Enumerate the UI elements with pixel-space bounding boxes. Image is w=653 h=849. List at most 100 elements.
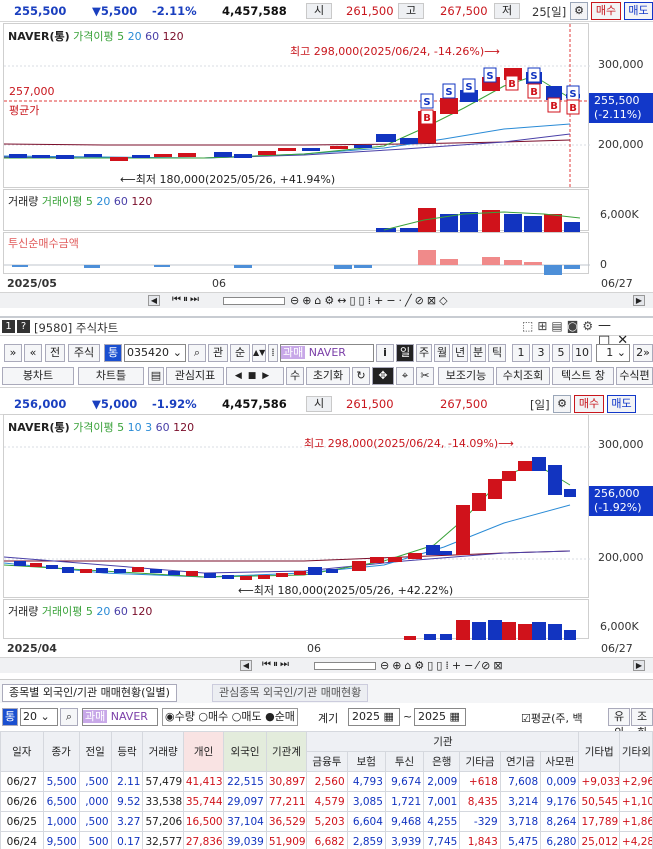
formula-button[interactable]: 수 [286, 367, 304, 385]
interval-5[interactable]: 5 [552, 344, 570, 362]
col-close[interactable]: 종가 [42, 731, 80, 772]
scissors-icon[interactable]: ✂ [416, 367, 434, 385]
col-date[interactable]: 일자 [0, 731, 44, 772]
stock-type-button[interactable]: 주식 [68, 344, 100, 362]
period-week[interactable]: 주 [416, 344, 432, 362]
col-institution[interactable]: 기관계 [265, 731, 308, 772]
col-other-corp[interactable]: 기타법 [578, 731, 620, 772]
col-pension[interactable]: 연기금 [499, 751, 542, 772]
unified-button[interactable]: 통 [104, 344, 122, 362]
search-icon-2[interactable]: ⌕ [60, 708, 78, 726]
date-from-input[interactable]: 2025 ▦ [348, 708, 400, 726]
tab-watchlist-investor[interactable]: 관심종목 외국인/기관 매매현황 [212, 684, 369, 702]
chart-scrollbar-bottom[interactable]: ◀ ⏮⏸⏭ ⊖⊕⌂⚙▯▯⁞+−⁄⊘⊠ ▶ [0, 657, 653, 673]
date-to-input[interactable]: 2025 ▦ [414, 708, 466, 726]
stock-name-field[interactable]: 과매 NAVER [280, 344, 374, 362]
col-trust[interactable]: 투신 [384, 751, 425, 772]
stock-code-input[interactable]: 035420 ⌄ [124, 344, 186, 362]
related-button[interactable]: 관 [208, 344, 228, 362]
playback-controls-icon[interactable]: ⏮⏸⏭ [172, 294, 201, 305]
crosshair-icon[interactable]: ✥ [372, 367, 394, 385]
pin-icon[interactable]: ⌖ [396, 367, 414, 385]
playback-controls-icon-2[interactable]: ⏮⏸⏭ [262, 659, 291, 670]
interval-3[interactable]: 3 [532, 344, 550, 362]
more-button[interactable]: 2» [633, 344, 653, 362]
chart-scrollbar-top[interactable]: ◀ ⏮⏸⏭ ⊖⊕⌂⚙↔▯▯⁞+−·╱⊘⊠◇ ▶ [0, 292, 653, 308]
col-prev[interactable]: 전일 [78, 731, 112, 772]
col-volume[interactable]: 거래량 [142, 731, 184, 772]
save-icon[interactable]: ▤ [148, 367, 164, 385]
rank-button[interactable]: 순 [230, 344, 250, 362]
period-tick[interactable]: 틱 [488, 344, 506, 362]
sell-button-2[interactable]: 매도 [607, 395, 636, 413]
col-rate[interactable]: 등락 [110, 731, 144, 772]
settings-icon-2[interactable]: ⚙ [553, 395, 571, 413]
col-individual[interactable]: 개인 [182, 731, 225, 772]
interval-1[interactable]: 1 [512, 344, 530, 362]
info-button[interactable]: i [376, 344, 394, 362]
col-foreign[interactable]: 외국인 [223, 731, 267, 772]
radio-quantity[interactable]: ◉수량 [165, 710, 195, 723]
favorite-indicator-button[interactable]: 관심지표 [166, 367, 224, 385]
chart-tools-icon[interactable]: ⊖⊕⌂⚙↔▯▯⁞+−·╱⊘⊠◇ [290, 294, 451, 307]
candle-chart-button[interactable]: 봉차트 [2, 367, 74, 385]
period-minute[interactable]: 분 [470, 344, 486, 362]
dots-icon[interactable]: ⁞ [268, 344, 278, 362]
sell-button[interactable]: 매도 [624, 2, 653, 20]
buy-button[interactable]: 매수 [591, 2, 621, 20]
scroll-right-icon[interactable]: ▶ [633, 295, 645, 306]
table-row[interactable]: 06/27 5,500,500 2.11 57,479 41,413 22,515 30,8… [0, 771, 653, 792]
value-lookup-button[interactable]: 수치조회 [496, 367, 550, 385]
zoom-slider-2[interactable] [314, 662, 376, 670]
radio-sell[interactable]: ○매도 [232, 710, 262, 723]
collapse-icon[interactable]: « [24, 344, 42, 362]
settings-icon[interactable]: ⚙ [570, 2, 588, 20]
scroll-left-icon-2[interactable]: ◀ [240, 660, 252, 671]
text-window-button[interactable]: 텍스트 창 [552, 367, 614, 385]
nav-arrows-icon[interactable]: ◀■▶ [226, 367, 284, 385]
table-row[interactable]: 06/26 6,500,000 9.52 33,538 35,744 29,097 77,2… [0, 791, 653, 812]
interval-select[interactable]: 1 ⌄ [596, 344, 630, 362]
tab-daily-investor[interactable]: 종목별 외국인/기관 매매현황(일별) [2, 684, 177, 702]
all-button[interactable]: 전 [45, 344, 65, 362]
avg-checkbox[interactable]: ☑평균(주, 백 [521, 710, 583, 726]
count-select[interactable]: 20 ⌄ [20, 708, 58, 726]
formula-edit-button[interactable]: 수식편 [616, 367, 653, 385]
help-icon[interactable]: ? [17, 320, 30, 333]
unified-button-2[interactable]: 통 [2, 708, 18, 726]
stepper-icon[interactable]: ▲▼ [252, 344, 266, 362]
search-icon[interactable]: ⌕ [188, 344, 206, 362]
table-row[interactable]: 06/25 1,000,500 3.27 57,206 16,500 37,104 36,5… [0, 811, 653, 832]
calendar-icon-2[interactable]: ▦ [450, 710, 460, 723]
query-button[interactable]: 조회 [631, 708, 653, 739]
aux-function-button[interactable]: 보조기능 [438, 367, 494, 385]
calendar-icon[interactable]: ▦ [384, 710, 394, 723]
col-financial[interactable]: 금융투 [306, 751, 348, 772]
col-other-finance[interactable]: 기타금 [459, 751, 501, 772]
window-tools-icon[interactable]: ⬚⊞▤◙⚙ [522, 319, 597, 333]
col-insurance[interactable]: 보험 [346, 751, 386, 772]
zoom-slider[interactable] [223, 297, 285, 305]
expand-icon[interactable]: » [4, 344, 22, 362]
buy-button-2[interactable]: 매수 [574, 395, 604, 413]
period-month[interactable]: 월 [434, 344, 450, 362]
scroll-left-icon[interactable]: ◀ [148, 295, 160, 306]
col-bank[interactable]: 은행 [423, 751, 461, 772]
col-private-fund[interactable]: 사모펀 [540, 751, 580, 772]
price-chart-bottom[interactable]: NAVER(통) 가격이평 5 10 3 60 120 최고 298,000(2… [3, 414, 590, 598]
chart-frame-button[interactable]: 차트틀 [78, 367, 144, 385]
period-year[interactable]: 년 [452, 344, 468, 362]
radio-buy[interactable]: ○매수 [198, 710, 228, 723]
window-titlebar[interactable]: 1 ? [9580] 주식차트 ⬚⊞▤◙⚙ —□✕ [0, 316, 653, 348]
scroll-right-icon-2[interactable]: ▶ [633, 660, 645, 671]
col-other-foreign[interactable]: 기타외 [618, 731, 653, 772]
reset-button[interactable]: 초기화 [306, 367, 350, 385]
radio-net[interactable]: ●순매 [265, 710, 295, 723]
chart-tools-icon-2[interactable]: ⊖⊕⌂⚙▯▯⁞+−⁄⊘⊠ [380, 659, 506, 672]
refresh-icon[interactable]: ↻ [352, 367, 370, 385]
interval-10[interactable]: 10 [572, 344, 592, 362]
panel-stock-field[interactable]: 과매 NAVER [82, 708, 158, 726]
radio-group[interactable]: ◉수량 ○매수 ○매도 ●순매 [162, 708, 298, 726]
price-chart-top[interactable]: S B S S S B S B B S B NAVER(통) 가격이평 5 20… [3, 23, 590, 189]
notice-button[interactable]: 유의 [608, 708, 630, 739]
